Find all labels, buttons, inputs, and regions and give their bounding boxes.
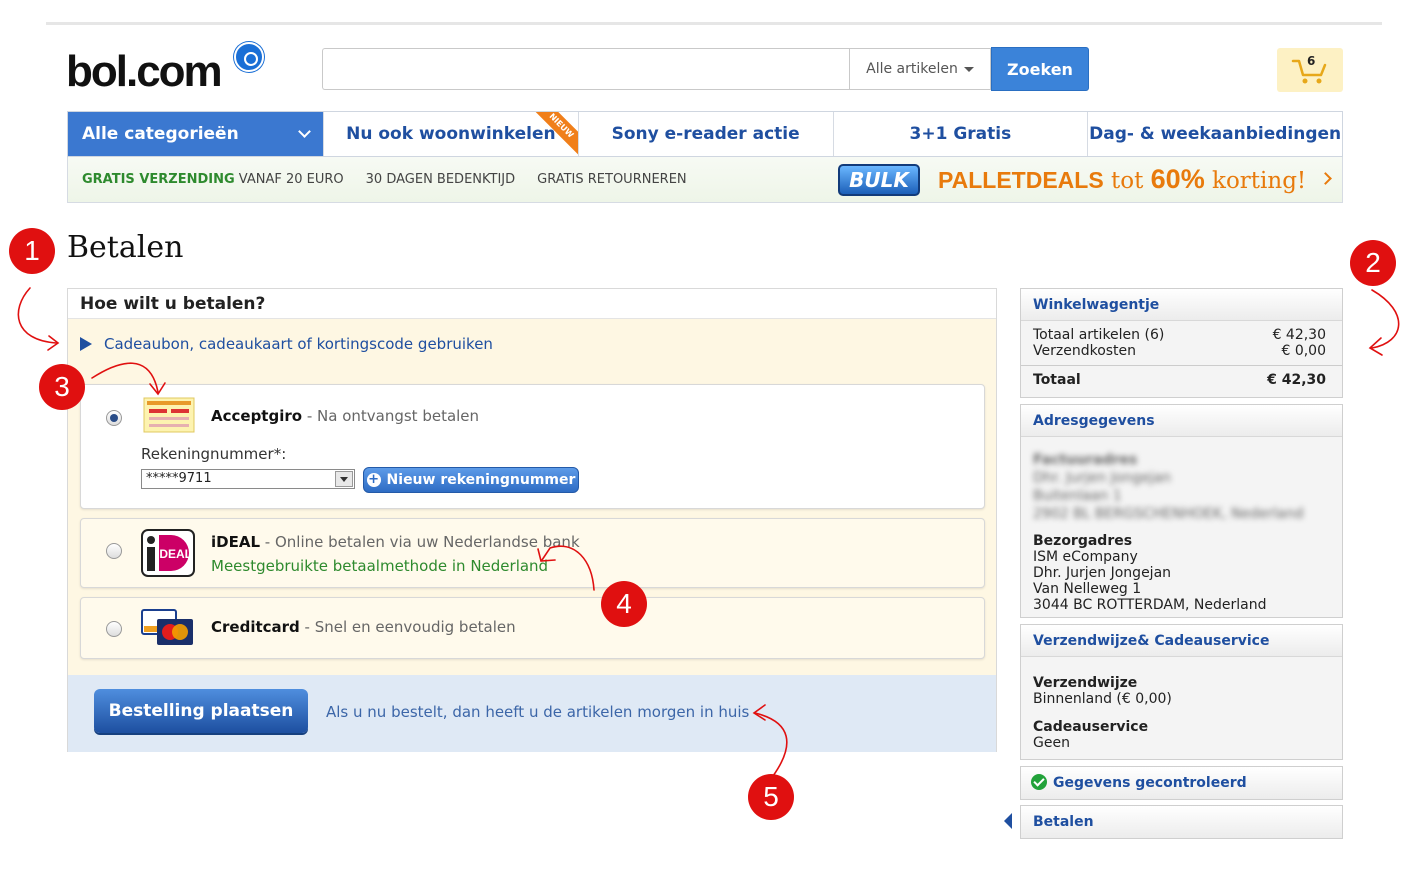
arrow-1 bbox=[17, 287, 57, 344]
billing-address-line: Buitenlaan 1 bbox=[1033, 488, 1122, 504]
billing-address-line: 2902 BL BERGSCHENHOEK, Nederland bbox=[1033, 506, 1304, 522]
cart-summary-box: Winkelwagentje Totaal artikelen (6) € 42… bbox=[1020, 288, 1343, 398]
annotation-4: 4 bbox=[601, 581, 647, 627]
checkmark-icon bbox=[1031, 774, 1047, 790]
delivery-address-line: Van Nelleweg 1 bbox=[1033, 581, 1142, 597]
shipping-box: Verzendwijze& Cadeauservice Verzendwijze… bbox=[1020, 624, 1343, 760]
pay-step-label: Betalen bbox=[1021, 806, 1342, 838]
annotation-2: 2 bbox=[1350, 240, 1396, 286]
checked-step[interactable]: Gegevens gecontroleerd bbox=[1020, 766, 1343, 800]
gift-service-value: Geen bbox=[1033, 735, 1070, 751]
current-step-arrow-icon bbox=[1004, 813, 1012, 829]
shipping-method-label: Verzendwijze bbox=[1033, 675, 1138, 691]
delivery-address-line: Dhr. Jurjen Jongejan bbox=[1033, 565, 1172, 581]
cart-items-row: Totaal artikelen (6) € 42,30 bbox=[1033, 327, 1326, 343]
annotation-5: 5 bbox=[748, 774, 794, 820]
arrow-4 bbox=[541, 545, 595, 591]
arrow-5 bbox=[754, 712, 788, 777]
billing-address-line: Factuuradres bbox=[1033, 452, 1138, 468]
arrow-2 bbox=[1371, 289, 1400, 349]
checked-step-header: Gegevens gecontroleerd bbox=[1021, 767, 1342, 799]
address-box: Adresgegevens Factuuradres Dhr. Jurjen J… bbox=[1020, 404, 1343, 618]
shipping-method-value: Binnenland (€ 0,00) bbox=[1033, 691, 1172, 707]
address-title[interactable]: Adresgegevens bbox=[1021, 405, 1342, 437]
cart-total-row: Totaal € 42,30 bbox=[1033, 372, 1326, 388]
delivery-address-label: Bezorgadres bbox=[1033, 533, 1133, 549]
cart-summary-title[interactable]: Winkelwagentje bbox=[1021, 289, 1342, 321]
delivery-address-line: ISM eCompany bbox=[1033, 549, 1138, 565]
gift-service-label: Cadeauservice bbox=[1033, 719, 1149, 735]
billing-address-line: Dhr. Jurjen Jongejan bbox=[1033, 470, 1172, 486]
annotation-3: 3 bbox=[39, 364, 85, 410]
arrow-3 bbox=[91, 362, 159, 393]
cart-shipping-row: Verzendkosten € 0,00 bbox=[1033, 343, 1326, 359]
pay-step[interactable]: Betalen bbox=[1020, 805, 1343, 839]
shipping-title[interactable]: Verzendwijze& Cadeauservice bbox=[1021, 625, 1342, 657]
delivery-address-line: 3044 BC ROTTERDAM, Nederland bbox=[1033, 597, 1267, 613]
